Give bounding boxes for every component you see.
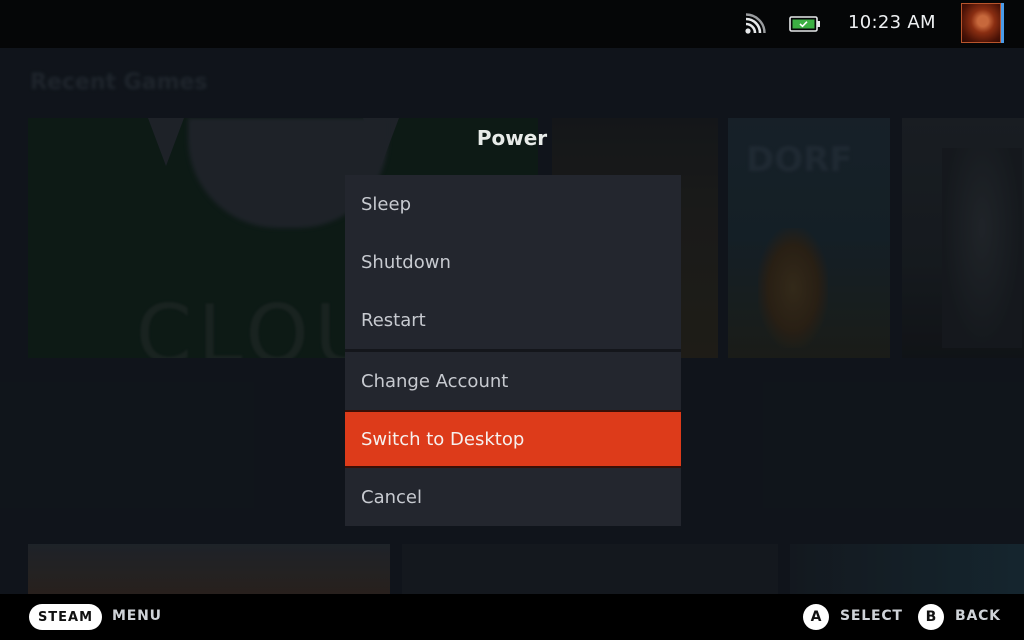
- back-hint: BACK: [955, 608, 1001, 624]
- power-menu: Sleep Shutdown Restart Change Account Sw…: [345, 175, 681, 526]
- menu-item-shutdown[interactable]: Shutdown: [345, 233, 681, 291]
- steam-button-icon[interactable]: STEAM: [29, 604, 102, 630]
- clock: 10:23 AM: [848, 12, 936, 33]
- b-button-icon[interactable]: B: [918, 604, 944, 630]
- a-button-icon[interactable]: A: [803, 604, 829, 630]
- power-menu-group-cancel: Cancel: [345, 468, 681, 526]
- power-menu-group-system: Sleep Shutdown Restart: [345, 175, 681, 349]
- power-dialog-title: Power: [476, 126, 548, 150]
- steam-menu-hint: MENU: [112, 608, 162, 624]
- button-hint-bar: STEAM MENU A SELECT B BACK: [0, 594, 1024, 640]
- menu-item-restart[interactable]: Restart: [345, 291, 681, 349]
- power-menu-group-account: Change Account: [345, 352, 681, 410]
- menu-item-cancel[interactable]: Cancel: [345, 468, 681, 526]
- wifi-icon[interactable]: [744, 13, 766, 35]
- menu-item-sleep[interactable]: Sleep: [345, 175, 681, 233]
- user-avatar[interactable]: [961, 3, 1001, 43]
- battery-charged-icon[interactable]: [789, 16, 821, 32]
- menu-item-change-account[interactable]: Change Account: [345, 352, 681, 410]
- menu-item-switch-to-desktop[interactable]: Switch to Desktop: [345, 410, 681, 468]
- online-status-indicator: [1001, 3, 1004, 43]
- status-bar: 10:23 AM: [0, 0, 1024, 48]
- select-hint: SELECT: [840, 608, 903, 624]
